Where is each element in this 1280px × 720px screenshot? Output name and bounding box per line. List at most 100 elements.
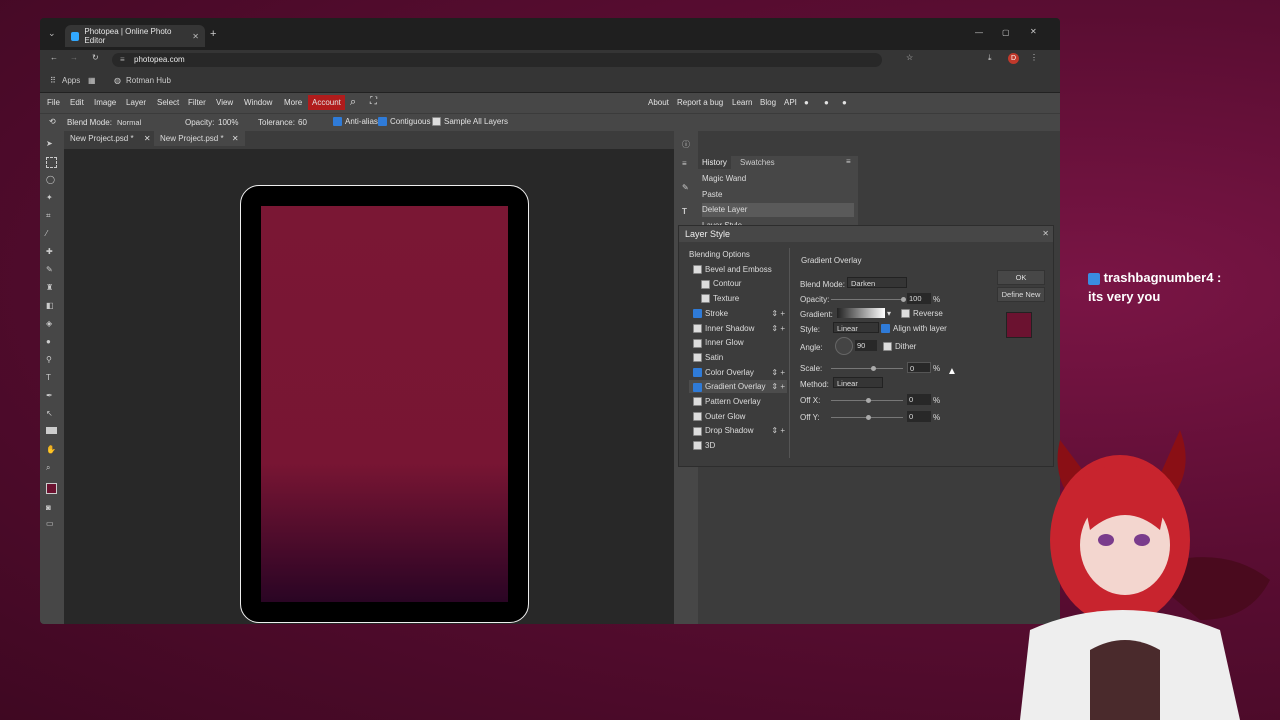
dither-checkbox[interactable]: Dither — [883, 342, 916, 352]
eyedropper-tool-icon[interactable]: ⁄ — [46, 229, 57, 240]
healing-tool-icon[interactable]: ✚ — [46, 247, 57, 258]
menu-report-bug[interactable]: Report a bug — [677, 98, 723, 107]
angle-dial[interactable] — [835, 337, 853, 355]
style-option-checkbox[interactable] — [693, 397, 702, 407]
bookmark-rotman[interactable]: Rotman Hub — [126, 76, 171, 85]
fill-tool-icon[interactable]: ◈ — [46, 319, 57, 330]
list-icon[interactable]: ≡ — [682, 159, 693, 170]
add-effect-icon[interactable]: ⇕ + — [771, 322, 785, 335]
style-option-checkbox[interactable] — [693, 441, 702, 451]
opacity-input[interactable]: 100 — [907, 293, 931, 304]
canvas-phone-frame[interactable] — [240, 185, 529, 623]
menu-file[interactable]: File — [47, 98, 60, 107]
gradient-dropdown-icon[interactable]: ▾ — [887, 309, 891, 318]
style-option-checkbox[interactable] — [693, 412, 702, 422]
blend-mode-select[interactable]: Darken — [847, 277, 907, 288]
tolerance-value[interactable]: 60 — [298, 118, 307, 127]
style-option-outer-glow[interactable]: Outer Glow — [689, 410, 787, 423]
style-option-checkbox[interactable] — [693, 323, 702, 333]
style-select[interactable]: Linear — [833, 322, 879, 333]
define-new-button[interactable]: Define New — [997, 287, 1045, 302]
zoom-tool-icon[interactable]: ⌕ — [46, 463, 57, 474]
ok-button[interactable]: OK — [997, 270, 1045, 285]
angle-input[interactable]: 90 — [855, 340, 877, 351]
tab-history[interactable]: History — [698, 156, 731, 169]
menu-account[interactable]: Account — [308, 95, 345, 110]
menu-filter[interactable]: Filter — [188, 98, 206, 107]
screen-mode-icon[interactable]: ▭ — [46, 519, 57, 530]
style-option-checkbox[interactable] — [693, 367, 702, 377]
menu-more[interactable]: More — [284, 98, 302, 107]
profile-avatar[interactable]: D — [1008, 53, 1019, 64]
bookmark-apps[interactable]: Apps — [62, 76, 80, 85]
reverse-checkbox[interactable]: Reverse — [901, 309, 943, 319]
browser-tab[interactable]: Photopea | Online Photo Editor ✕ — [65, 25, 205, 47]
style-option-checkbox[interactable] — [693, 353, 702, 363]
eraser-tool-icon[interactable]: ◧ — [46, 301, 57, 312]
menu-layer[interactable]: Layer — [126, 98, 146, 107]
back-icon[interactable]: ← — [50, 53, 58, 62]
style-option-checkbox[interactable] — [693, 338, 702, 348]
new-tab-icon[interactable]: + — [210, 28, 216, 40]
style-option-blending-options[interactable]: Blending Options — [689, 248, 787, 261]
site-info-icon[interactable]: ≡ — [120, 53, 125, 67]
foreground-color-swatch[interactable] — [46, 483, 57, 494]
lasso-tool-icon[interactable]: ◯ — [46, 175, 57, 186]
style-option-stroke[interactable]: Stroke ⇕ + — [689, 307, 787, 320]
move-tool-icon[interactable]: ➤ — [46, 139, 57, 150]
menu-blog[interactable]: Blog — [760, 98, 776, 107]
history-item[interactable]: Magic Wand — [702, 172, 854, 186]
menu-image[interactable]: Image — [94, 98, 116, 107]
search-icon[interactable]: ⌕ — [350, 96, 356, 109]
offy-slider-knob[interactable] — [866, 415, 871, 420]
brush-panel-icon[interactable]: ✎ — [682, 183, 693, 194]
style-option-color-overlay[interactable]: Color Overlay ⇕ + — [689, 366, 787, 379]
offx-input[interactable]: 0 — [907, 394, 931, 405]
add-effect-icon[interactable]: ⇕ + — [771, 307, 785, 320]
url-field[interactable]: ≡ photopea.com — [112, 53, 882, 67]
reload-icon[interactable]: ↻ — [92, 53, 99, 62]
style-option-drop-shadow[interactable]: Drop Shadow ⇕ + — [689, 424, 787, 437]
shape-tool-icon[interactable] — [46, 427, 57, 434]
restore-icon[interactable]: ▢ — [1002, 28, 1010, 37]
style-option-checkbox[interactable] — [701, 279, 710, 289]
minimize-icon[interactable]: — — [975, 28, 983, 37]
pen-tool-icon[interactable]: ✒ — [46, 391, 57, 402]
scale-slider[interactable] — [831, 368, 903, 369]
style-option-pattern-overlay[interactable]: Pattern Overlay — [689, 395, 787, 408]
style-option-checkbox[interactable] — [693, 426, 702, 436]
scale-slider-knob[interactable] — [871, 366, 876, 371]
style-option-satin[interactable]: Satin — [689, 351, 787, 364]
doc-tab-1[interactable]: New Project.psd * ✕ — [70, 134, 151, 143]
style-option-checkbox[interactable] — [693, 382, 702, 392]
add-effect-icon[interactable]: ⇕ + — [771, 380, 785, 393]
forward-icon[interactable]: → — [70, 53, 78, 62]
add-effect-icon[interactable]: ⇕ + — [771, 424, 785, 437]
quick-mask-icon[interactable]: ◙ — [46, 503, 57, 514]
info-icon[interactable]: ⓘ — [682, 139, 693, 150]
panel-menu-icon[interactable]: ≡ — [846, 157, 851, 166]
close-window-icon[interactable]: ✕ — [1030, 27, 1037, 36]
menu-api[interactable]: API — [784, 98, 797, 107]
download-icon[interactable]: ⤓ — [988, 53, 992, 63]
menu-edit[interactable]: Edit — [70, 98, 84, 107]
stamp-tool-icon[interactable]: ♜ — [46, 283, 57, 294]
menu-select[interactable]: Select — [157, 98, 179, 107]
brush-tool-icon[interactable]: ✎ — [46, 265, 57, 276]
twitter-icon[interactable]: ● — [824, 98, 829, 107]
gradient-preview[interactable] — [837, 308, 885, 318]
browser-menu-icon[interactable]: ⋮ — [1030, 53, 1038, 62]
type-tool-icon[interactable]: T — [46, 373, 57, 384]
style-option-gradient-overlay[interactable]: Gradient Overlay ⇕ + — [689, 380, 787, 394]
style-option-inner-glow[interactable]: Inner Glow — [689, 336, 787, 349]
crop-tool-icon[interactable]: ⌗ — [46, 211, 57, 222]
tab-search-icon[interactable]: ⌄ — [48, 28, 56, 39]
menu-about[interactable]: About — [648, 98, 669, 107]
style-option-3d[interactable]: 3D — [689, 439, 787, 452]
menu-learn[interactable]: Learn — [732, 98, 752, 107]
style-option-inner-shadow[interactable]: Inner Shadow ⇕ + — [689, 322, 787, 335]
bookmark-star-icon[interactable]: ☆ — [906, 53, 913, 62]
character-panel-icon[interactable]: T — [682, 207, 693, 218]
offy-input[interactable]: 0 — [907, 411, 931, 422]
blend-mode-select[interactable]: Normal — [114, 117, 176, 128]
